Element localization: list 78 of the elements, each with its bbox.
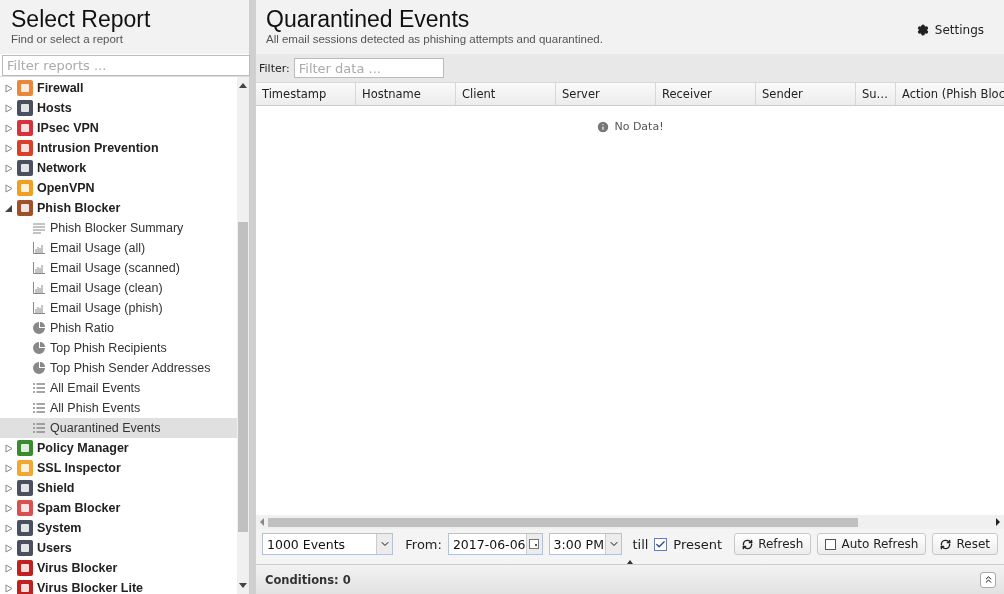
refresh-icon: [742, 538, 754, 550]
report-item[interactable]: All Email Events: [0, 378, 237, 398]
tree-item[interactable]: Users: [0, 538, 237, 558]
column-header[interactable]: Su…: [856, 83, 896, 105]
event-limit-dropdown[interactable]: 1000 Events: [262, 533, 394, 555]
tree-item[interactable]: Intrusion Prevention: [0, 138, 237, 158]
report-item[interactable]: Email Usage (clean): [0, 278, 237, 298]
report-item[interactable]: Email Usage (scanned): [0, 258, 237, 278]
column-header[interactable]: Action (Phish Bloc: [896, 83, 1004, 105]
settings-icon[interactable]: [916, 24, 929, 36]
bar-chart-icon: [33, 262, 45, 274]
collapse-button[interactable]: [980, 571, 996, 588]
list-icon: [33, 402, 45, 414]
from-label: From:: [405, 536, 442, 552]
tree-item[interactable]: Shield: [0, 478, 237, 498]
pie-chart-icon: [33, 362, 45, 374]
checkbox[interactable]: [654, 537, 668, 551]
column-header[interactable]: Receiver: [656, 83, 756, 105]
bar-chart-icon: [33, 242, 45, 254]
report-item[interactable]: Email Usage (phish): [0, 298, 237, 318]
date-field[interactable]: 2017-06-06: [447, 533, 543, 555]
tree-item[interactable]: SSL Inspector: [0, 458, 237, 478]
tree-item[interactable]: Spam Blocker: [0, 498, 237, 518]
present-label: Present: [673, 536, 723, 552]
report-item[interactable]: Quarantined Events: [0, 418, 237, 438]
filter-data-field[interactable]: Filter data ...: [293, 58, 444, 78]
tree-item[interactable]: System: [0, 518, 237, 538]
expanded-arrow-icon[interactable]: [5, 203, 13, 213]
column-header[interactable]: Client: [456, 83, 556, 105]
filter-label: Filter:: [259, 61, 290, 75]
tree-item[interactable]: Network: [0, 158, 237, 178]
tree-item[interactable]: Phish Blocker: [0, 198, 237, 218]
list-icon: [33, 382, 45, 394]
bar-chart-icon: [33, 282, 45, 294]
report-description: All email sessions detected as phishing attempts and quarantined.: [266, 33, 603, 45]
conditions-label: Conditions: 0: [265, 572, 351, 587]
tree-item[interactable]: Firewall: [0, 78, 237, 98]
scrollbar[interactable]: [237, 77, 249, 594]
refresh-icon: [940, 538, 952, 550]
column-header[interactable]: Timestamp: [256, 83, 356, 105]
scroll-left-icon[interactable]: [260, 518, 264, 526]
info-icon: [596, 120, 611, 134]
horizontal-scrollbar[interactable]: [256, 515, 1004, 529]
column-header[interactable]: Hostname: [356, 83, 456, 105]
empty-message: No Data!: [596, 120, 664, 136]
settings-button[interactable]: Settings: [906, 20, 994, 40]
report-item[interactable]: Phish Blocker Summary: [0, 218, 237, 238]
till-label: till: [632, 536, 649, 552]
report-item[interactable]: Phish Ratio: [0, 318, 237, 338]
bar-chart-icon: [33, 302, 45, 314]
lines-icon: [33, 222, 45, 234]
list-icon: [33, 422, 45, 434]
scroll-right-icon[interactable]: [996, 518, 1000, 526]
report-item[interactable]: Email Usage (all): [0, 238, 237, 258]
tree-item[interactable]: OpenVPN: [0, 178, 237, 198]
reset-button[interactable]: Reset: [932, 533, 998, 555]
auto-refresh-button[interactable]: Auto Refresh: [817, 533, 927, 555]
tree-item[interactable]: Virus Blocker: [0, 558, 237, 578]
report-item[interactable]: Top Phish Sender Addresses: [0, 358, 237, 378]
column-header[interactable]: Server: [556, 83, 656, 105]
time-dropdown[interactable]: 3:00 PM: [548, 533, 623, 555]
tree-item[interactable]: IPsec VPN: [0, 118, 237, 138]
panel-subtitle: Find or select a report: [11, 33, 124, 45]
panel-title: Select Report: [11, 6, 152, 33]
pie-chart-icon: [33, 342, 45, 354]
tree-item[interactable]: Hosts: [0, 98, 237, 118]
report-item[interactable]: All Phish Events: [0, 398, 237, 418]
report-item[interactable]: Top Phish Recipients: [0, 338, 237, 358]
filter-reports-field[interactable]: Filter reports ...: [2, 55, 250, 76]
tree-item[interactable]: Virus Blocker Lite: [0, 578, 237, 594]
calendar-icon[interactable]: [529, 539, 540, 549]
column-header[interactable]: Sender: [756, 83, 856, 105]
scroll-up-icon[interactable]: [239, 83, 247, 88]
refresh-button[interactable]: Refresh: [734, 533, 812, 555]
scroll-down-icon[interactable]: [239, 583, 247, 588]
tree-item[interactable]: Policy Manager: [0, 438, 237, 458]
pie-chart-icon: [33, 322, 45, 334]
report-title: Quarantined Events: [266, 6, 471, 33]
